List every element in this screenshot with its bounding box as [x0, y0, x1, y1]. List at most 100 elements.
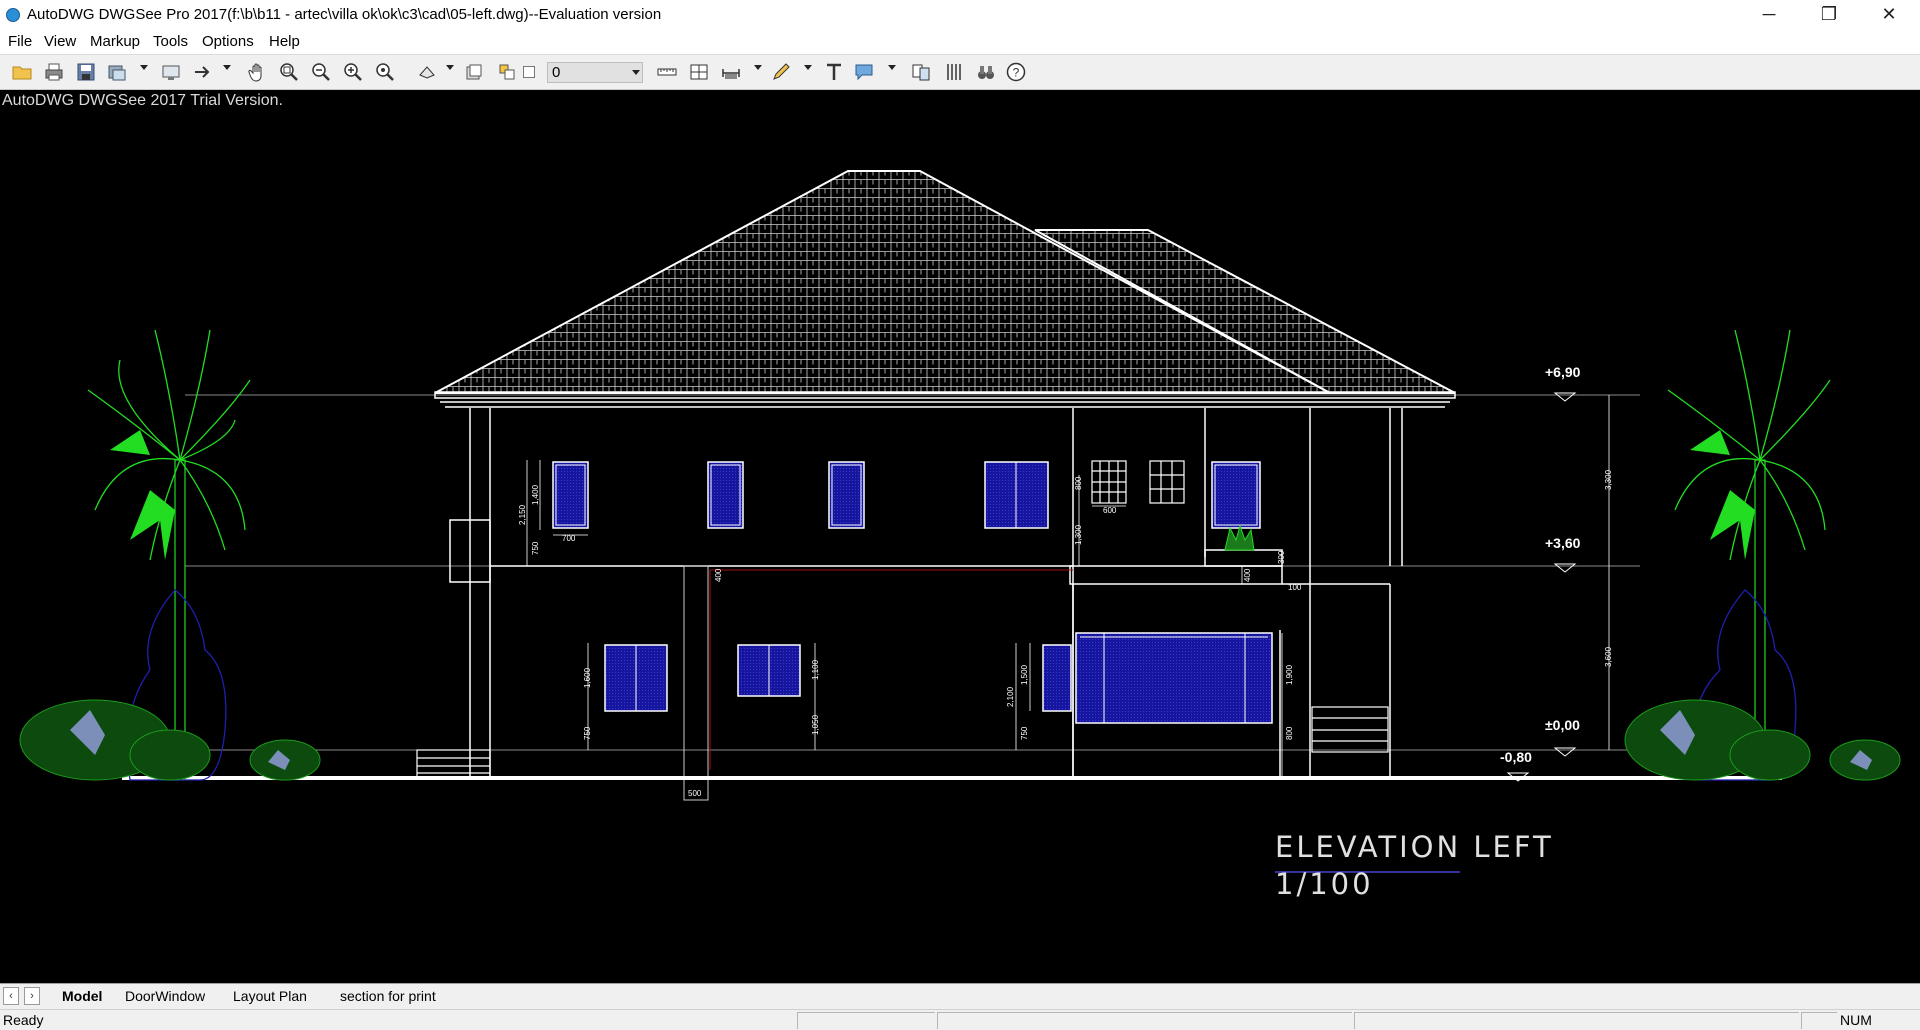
drawing-canvas[interactable]: 2,150 1,400 700 750 800 600 1,300 400 40…	[0, 90, 1920, 983]
minimize-button[interactable]: ─	[1746, 0, 1792, 30]
save-icon[interactable]	[75, 61, 97, 83]
dim-750-upper: 750	[531, 541, 540, 555]
layer-icon[interactable]	[416, 61, 438, 83]
level-080: -0,80	[1500, 749, 1532, 765]
status-bar: Ready NUM	[0, 1009, 1920, 1030]
drawing-title-block: ELEVATION LEFT 1/100	[1275, 830, 1554, 901]
tab-doorwindow[interactable]: DoorWindow	[125, 988, 205, 1004]
elevation-drawing: 2,150 1,400 700 750 800 600 1,300 400 40…	[19, 170, 1901, 901]
help-icon[interactable]: ?	[1005, 61, 1027, 83]
layer-select-arrow[interactable]	[632, 70, 640, 75]
tab-section-for-print[interactable]: section for print	[340, 988, 436, 1004]
pencil-markup-icon[interactable]	[770, 61, 792, 83]
balcony-planter	[1224, 524, 1255, 551]
status-pane	[797, 1012, 935, 1029]
open-folder-icon[interactable]	[11, 61, 33, 83]
svg-text:?: ?	[1013, 66, 1020, 80]
markup-dropdown[interactable]	[804, 65, 812, 70]
layer-select[interactable]: 0	[547, 62, 643, 83]
elevation-title: ELEVATION LEFT	[1275, 830, 1554, 864]
dimension-icon[interactable]	[720, 61, 742, 83]
measure-area-icon[interactable]	[688, 61, 710, 83]
drawing-scale: 1/100	[1275, 867, 1374, 901]
menu-options[interactable]: Options	[202, 33, 254, 50]
binoculars-icon[interactable]	[975, 61, 997, 83]
menu-markup[interactable]: Markup	[90, 33, 140, 50]
pan-hand-icon[interactable]	[247, 61, 269, 83]
dim-1050: 1,050	[811, 714, 820, 735]
dim-400-right: 400	[1243, 568, 1252, 582]
menu-file[interactable]: File	[8, 33, 32, 50]
arrow-right-icon[interactable]	[192, 61, 214, 83]
app-icon	[6, 8, 20, 22]
dim-1300: 1,300	[1074, 524, 1083, 545]
close-button[interactable]: ✕	[1866, 0, 1912, 30]
tab-model[interactable]: Model	[62, 988, 102, 1004]
window-title: AutoDWG DWGSee Pro 2017(f:\b\b11 - artec…	[27, 6, 662, 23]
dim-750-b: 750	[1020, 726, 1029, 740]
toolbar: 0 ?	[0, 54, 1920, 90]
menu-tools[interactable]: Tools	[153, 33, 188, 50]
menu-bar: File View Markup Tools Options Help	[0, 30, 1920, 54]
zoom-extents-icon[interactable]	[374, 61, 396, 83]
dimension-dropdown[interactable]	[754, 65, 762, 70]
title-bar: AutoDWG DWGSee Pro 2017(f:\b\b11 - artec…	[0, 0, 1920, 30]
upper-windows	[552, 461, 1261, 529]
tab-prev-button[interactable]: ‹	[3, 987, 19, 1005]
layout-tab-bar: ‹ › Model DoorWindow Layout Plan section…	[0, 983, 1920, 1009]
arrow-dropdown[interactable]	[223, 65, 231, 70]
maximize-button[interactable]: ❐	[1806, 0, 1852, 30]
dim-300: 300	[1277, 550, 1286, 564]
status-pane	[1354, 1012, 1799, 1029]
dim-1100: 1,100	[811, 659, 820, 680]
dim-500: 500	[688, 789, 702, 798]
status-ready: Ready	[3, 1012, 44, 1028]
level-360: +3,60	[1545, 535, 1581, 551]
dim-750-a: 750	[583, 726, 592, 740]
measure-distance-icon[interactable]	[656, 61, 678, 83]
layer-color-icon[interactable]	[496, 61, 518, 83]
ground-line	[122, 776, 1782, 780]
zoom-out-icon[interactable]	[310, 61, 332, 83]
dim-800-upper: 800	[1074, 476, 1083, 490]
layer-visibility-checkbox[interactable]	[523, 66, 535, 78]
dim-700: 700	[562, 534, 576, 543]
shrubs-left	[19, 589, 321, 781]
shrubs-right	[1624, 589, 1901, 781]
menu-view[interactable]: View	[44, 33, 76, 50]
entry-steps	[416, 749, 491, 779]
dim-1600: 1,600	[583, 667, 592, 688]
status-pane	[937, 1012, 1352, 1029]
dim-1900: 1,900	[1285, 664, 1294, 685]
trial-watermark: AutoDWG DWGSee 2017 Trial Version.	[2, 92, 283, 109]
level-690: +6,90	[1545, 364, 1581, 380]
comment-icon[interactable]	[853, 61, 875, 83]
export-icon[interactable]	[106, 61, 128, 83]
railing	[1311, 706, 1389, 753]
dim-600: 600	[1103, 506, 1117, 515]
status-pane	[1801, 1012, 1837, 1029]
monitor-icon[interactable]	[160, 61, 182, 83]
layer-states-icon[interactable]	[463, 61, 485, 83]
dimension-lines	[526, 395, 1610, 778]
tab-next-button[interactable]: ›	[24, 987, 40, 1005]
level-lines	[185, 394, 1640, 751]
dim-2150-upper: 2,150	[518, 504, 527, 525]
block-icon[interactable]	[943, 61, 965, 83]
compare-icon[interactable]	[910, 61, 932, 83]
text-icon[interactable]	[823, 61, 845, 83]
dim-100: 100	[1288, 583, 1302, 592]
dim-1400: 1,400	[531, 484, 540, 505]
print-icon[interactable]	[43, 61, 65, 83]
lower-windows	[604, 632, 1273, 724]
tab-layout-plan[interactable]: Layout Plan	[233, 988, 307, 1004]
dim-400-left: 400	[714, 568, 723, 582]
comment-dropdown[interactable]	[888, 65, 896, 70]
menu-help[interactable]: Help	[269, 33, 300, 50]
dim-800-lower: 800	[1285, 726, 1294, 740]
export-dropdown-arrow[interactable]	[140, 65, 148, 70]
dimension-texts: 2,150 1,400 700 750 800 600 1,300 400 40…	[518, 469, 1613, 798]
layer-dropdown[interactable]	[446, 65, 454, 70]
zoom-window-icon[interactable]	[278, 61, 300, 83]
zoom-in-icon[interactable]	[342, 61, 364, 83]
